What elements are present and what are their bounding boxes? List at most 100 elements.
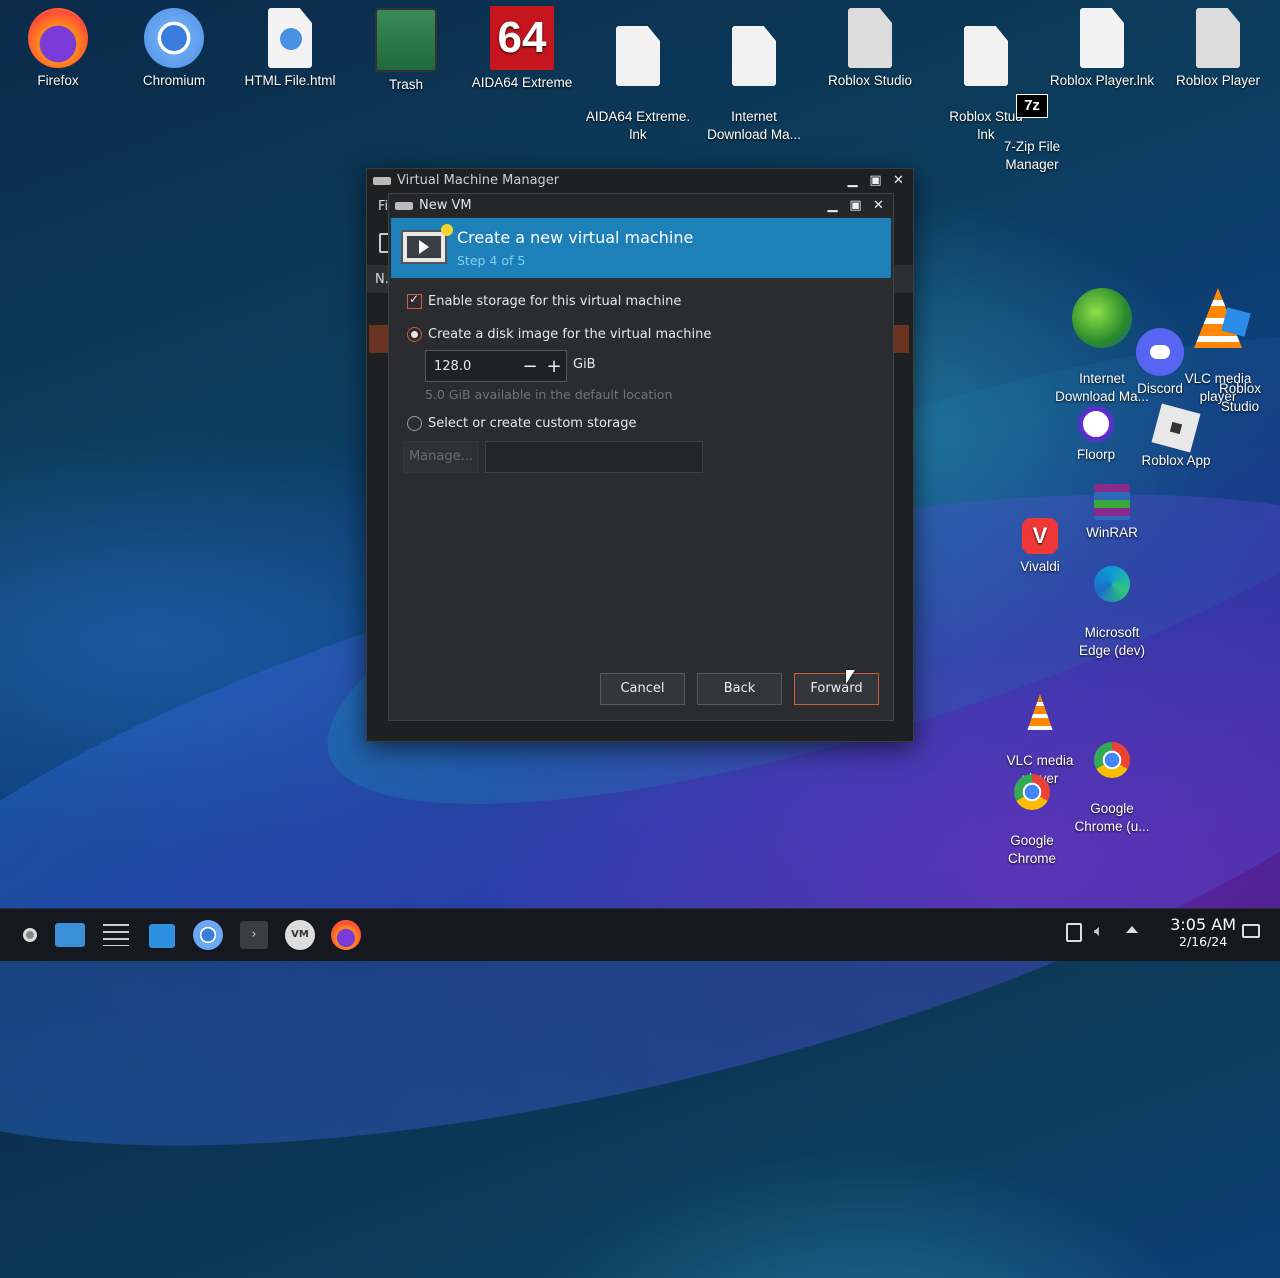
- 7zip-icon: 7z: [1016, 94, 1048, 118]
- disk-size-input[interactable]: 128.0: [426, 359, 518, 374]
- maximize-icon[interactable]: ▣: [867, 172, 884, 189]
- custom-storage-path-input[interactable]: [485, 441, 703, 473]
- floorp-icon: [1078, 406, 1114, 442]
- clipboard-icon[interactable]: [1066, 923, 1082, 942]
- desktop-icon-chromium[interactable]: Chromium: [118, 0, 230, 90]
- chrome-icon: [1014, 774, 1050, 810]
- software-store-icon[interactable]: [144, 917, 180, 953]
- app-launcher-icon[interactable]: [12, 917, 48, 953]
- trash-icon: [375, 8, 437, 72]
- file-icon: [1080, 8, 1124, 68]
- aida64-icon: 64: [490, 6, 554, 70]
- maximize-icon[interactable]: ▣: [847, 197, 864, 214]
- desktop-icon-trash[interactable]: Trash: [350, 0, 462, 94]
- tray-expand-icon[interactable]: [1126, 926, 1138, 933]
- forward-button[interactable]: Forward: [794, 673, 879, 705]
- clock[interactable]: 3:05 AM 2/16/24: [1170, 915, 1236, 949]
- desktop-icon-label: AIDA64 Extreme: [471, 75, 573, 90]
- taskbar: › VM 🔈︎ 3:05 AM 2/16/24: [0, 908, 1280, 961]
- new-vm-titlebar[interactable]: New VM ▁ ▣ ✕: [389, 194, 893, 218]
- desktop-icon-7zip[interactable]: 7z 7-Zip File Manager: [976, 76, 1088, 192]
- disk-size-spinner[interactable]: 128.0 − +: [425, 350, 567, 382]
- desktop-icon-discord[interactable]: Discord: [1104, 320, 1216, 398]
- chromium-taskbar-icon[interactable]: [190, 917, 226, 953]
- minus-icon[interactable]: −: [518, 356, 542, 377]
- file-icon: [732, 26, 776, 86]
- vmm-menu-file[interactable]: Fi: [378, 199, 388, 214]
- volume-icon[interactable]: 🔈︎: [1094, 921, 1104, 941]
- vmm-title: Virtual Machine Manager: [397, 173, 560, 188]
- close-icon[interactable]: ✕: [890, 172, 907, 189]
- file-icon: [616, 26, 660, 86]
- desktop-icon-label: Microsoft Edge (dev): [1078, 625, 1146, 658]
- desktop-icon-idm-lnk[interactable]: Internet Download Ma...: [698, 0, 810, 162]
- desktop-icon-roblox-studio-file[interactable]: Roblox Studio: [814, 0, 926, 90]
- vlc-icon: [1027, 694, 1053, 730]
- chrome-unstable-icon: [1094, 742, 1130, 778]
- vmm-app-icon: [395, 202, 413, 210]
- roblox-studio-icon: [1221, 307, 1251, 337]
- file-icon: [1196, 8, 1240, 68]
- disk-unit-label: GiB: [573, 357, 596, 372]
- desktop-icon-label: AIDA64 Extreme. lnk: [585, 109, 691, 142]
- show-desktop-icon[interactable]: [1242, 924, 1260, 938]
- virt-manager-taskbar-icon[interactable]: VM: [282, 917, 318, 953]
- new-vm-title: New VM: [419, 198, 472, 213]
- close-icon[interactable]: ✕: [870, 197, 887, 214]
- vmm-column-name: N.: [375, 272, 389, 287]
- desktop-icon-html-file[interactable]: HTML File.html: [234, 0, 346, 90]
- desktop-icon-label: HTML File.html: [244, 73, 336, 88]
- desktop-icon-label: Discord: [1137, 381, 1183, 396]
- html-file-icon: [268, 8, 312, 68]
- vmm-titlebar[interactable]: Virtual Machine Manager ▁ ▣ ✕: [367, 169, 913, 193]
- minimize-icon[interactable]: ▁: [824, 197, 841, 214]
- roblox-app-icon: [1151, 403, 1201, 453]
- firefox-taskbar-icon[interactable]: [328, 917, 364, 953]
- desktop-icon-label: Chromium: [142, 73, 206, 88]
- desktop-icon-roblox-player[interactable]: Roblox Player: [1162, 0, 1274, 90]
- firefox-icon: [28, 8, 88, 68]
- vmm-app-icon: [373, 177, 391, 185]
- custom-storage-radio-row[interactable]: Select or create custom storage: [407, 416, 636, 431]
- monitor-icon: [401, 224, 453, 264]
- manage-button[interactable]: Manage...: [403, 441, 479, 473]
- enable-storage-checkbox-row[interactable]: Enable storage for this virtual machine: [407, 292, 681, 309]
- new-vm-dialog[interactable]: New VM ▁ ▣ ✕ Create a new virtual machin…: [388, 193, 894, 721]
- vivaldi-icon: V: [1022, 518, 1058, 554]
- wizard-banner: Create a new virtual machine Step 4 of 5: [391, 218, 891, 278]
- clock-date: 2/16/24: [1179, 934, 1228, 949]
- back-button[interactable]: Back: [697, 673, 782, 705]
- desktop-icon-label: Google Chrome (u...: [1074, 801, 1150, 834]
- desktop-icon-label: 7-Zip File Manager: [1003, 139, 1061, 172]
- edge-dev-icon: [1094, 566, 1130, 602]
- cancel-button[interactable]: Cancel: [600, 673, 685, 705]
- desktop-icon-label: Trash: [388, 77, 423, 92]
- plus-icon[interactable]: +: [542, 356, 566, 377]
- chromium-icon: [144, 8, 204, 68]
- desktop-icon-firefox[interactable]: Firefox: [2, 0, 114, 90]
- system-settings-icon[interactable]: [98, 917, 134, 953]
- desktop-icon-edge-dev[interactable]: Microsoft Edge (dev): [1056, 542, 1168, 678]
- desktop-icon-aida64[interactable]: 64 AIDA64 Extreme: [466, 0, 578, 92]
- create-disk-radio-row[interactable]: Create a disk image for the virtual mach…: [407, 327, 711, 342]
- desktop-icon-chrome-unstable[interactable]: Google Chrome (u...: [1056, 718, 1168, 854]
- desktop-icon-aida64-lnk[interactable]: AIDA64 Extreme. lnk: [582, 0, 694, 162]
- custom-storage-radio[interactable]: [407, 416, 422, 431]
- winrar-icon: [1094, 484, 1130, 520]
- available-space-label: 5.0 GiB available in the default locatio…: [425, 387, 673, 402]
- file-manager-icon[interactable]: [52, 917, 88, 953]
- desktop-icon-label: Roblox App: [1141, 453, 1211, 468]
- enable-storage-label[interactable]: Enable storage for this virtual machine: [428, 294, 681, 309]
- terminal-icon[interactable]: ›: [236, 917, 272, 953]
- mouse-cursor-icon: [846, 670, 855, 684]
- custom-storage-label[interactable]: Select or create custom storage: [428, 416, 636, 431]
- desktop-icon-label: Firefox: [37, 73, 79, 88]
- create-disk-label[interactable]: Create a disk image for the virtual mach…: [428, 327, 711, 342]
- file-icon: [848, 8, 892, 68]
- discord-icon: [1136, 328, 1184, 376]
- desktop-icon-roblox-app[interactable]: Roblox App: [1120, 400, 1232, 470]
- desktop-icon-label: Roblox Player: [1175, 73, 1261, 88]
- minimize-icon[interactable]: ▁: [844, 172, 861, 189]
- enable-storage-checkbox[interactable]: [407, 292, 422, 309]
- create-disk-radio[interactable]: [407, 327, 422, 342]
